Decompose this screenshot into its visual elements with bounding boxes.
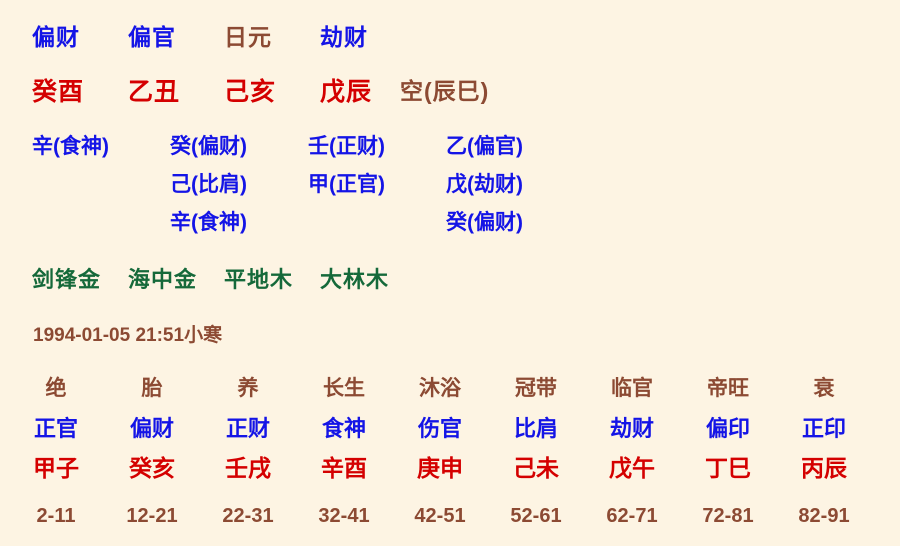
luck-ganzhi-1: 甲子 [33, 455, 79, 481]
luck-ganzhi-3: 壬戌 [225, 455, 271, 481]
nayin-day: 平地木 [224, 267, 294, 292]
luck-ganzhi-5: 庚申 [417, 455, 463, 481]
kongwang-label: 空(辰巳) [400, 78, 490, 104]
luck-ten-god-2: 偏财 [129, 416, 174, 441]
hidden-stem-hour-1: 乙(偏官) [446, 135, 523, 158]
pillar-ten-god-year: 偏财 [32, 24, 80, 50]
luck-age-range-1: 2-11 [36, 505, 76, 527]
nayin-month: 海中金 [128, 267, 198, 292]
luck-stage-8: 帝旺 [707, 377, 749, 400]
bazi-chart: 偏财 偏官 日元 劫财 癸酉 乙丑 己亥 戊辰 空(辰巳) 辛(食神) 癸(偏财… [0, 0, 900, 546]
luck-ten-god-row: 正官 偏财 正财 食神 伤官 比肩 劫财 偏印 正印 [0, 411, 900, 445]
luck-age-range-9: 82-91 [798, 505, 850, 527]
luck-stage-4: 长生 [323, 377, 365, 400]
nayin-hour: 大林木 [320, 267, 390, 292]
luck-age-range-4: 32-41 [318, 505, 370, 527]
luck-ganzhi-7: 戊午 [609, 455, 655, 481]
nayin-year: 剑锋金 [32, 267, 102, 292]
luck-ten-god-5: 伤官 [417, 416, 462, 441]
luck-stage-7: 临官 [611, 377, 653, 400]
luck-stage-5: 沐浴 [419, 377, 461, 400]
pillar-ganzhi-month: 乙丑 [128, 78, 181, 106]
hidden-stem-year-1: 辛(食神) [32, 135, 109, 158]
luck-ganzhi-2: 癸亥 [129, 455, 175, 481]
pillar-ten-god-month: 偏官 [128, 24, 176, 50]
pillar-ganzhi-year: 癸酉 [32, 78, 85, 106]
luck-ten-god-9: 正印 [801, 416, 846, 441]
luck-ten-god-8: 偏印 [705, 416, 750, 441]
pillar-ten-god-hour: 劫财 [320, 24, 368, 50]
luck-age-range-5: 42-51 [414, 505, 466, 527]
luck-age-range-6: 52-61 [510, 505, 562, 527]
luck-ganzhi-row: 甲子 癸亥 壬戌 辛酉 庚申 己未 戊午 丁巳 丙辰 [0, 449, 900, 483]
hidden-stem-hour-3: 癸(偏财) [446, 211, 523, 234]
luck-age-range-8: 72-81 [702, 505, 754, 527]
luck-ganzhi-9: 丙辰 [801, 455, 847, 481]
luck-ten-god-6: 比肩 [513, 416, 558, 441]
luck-age-range-row: 2-11 12-21 22-31 32-41 42-51 52-61 62-71… [0, 505, 900, 539]
hidden-stem-day-1: 壬(正财) [308, 135, 385, 158]
hidden-stem-month-1: 癸(偏财) [170, 135, 247, 158]
luck-stage-6: 冠带 [515, 377, 557, 400]
luck-ten-god-1: 正官 [33, 416, 78, 441]
hidden-stem-month-3: 辛(食神) [170, 211, 247, 234]
luck-stage-1: 绝 [45, 377, 67, 400]
luck-stage-2: 胎 [141, 377, 163, 400]
pillar-ganzhi-day: 己亥 [224, 78, 277, 106]
luck-age-range-2: 12-21 [126, 505, 178, 527]
hidden-stem-month-2: 己(比肩) [170, 173, 247, 196]
luck-stage-9: 衰 [813, 377, 835, 400]
luck-stage-3: 养 [237, 377, 259, 400]
luck-ten-god-4: 食神 [321, 416, 366, 441]
luck-age-range-3: 22-31 [222, 505, 274, 527]
luck-age-range-7: 62-71 [606, 505, 658, 527]
luck-ten-god-7: 劫财 [609, 416, 654, 441]
hidden-stem-day-2: 甲(正官) [308, 173, 385, 196]
pillar-ten-god-day: 日元 [224, 24, 272, 50]
hidden-stem-hour-2: 戊(劫财) [446, 173, 523, 196]
luck-stage-row: 绝 胎 养 长生 沐浴 冠带 临官 帝旺 衰 [0, 372, 900, 406]
luck-ganzhi-8: 丁巳 [705, 455, 751, 481]
luck-ten-god-3: 正财 [225, 416, 270, 441]
luck-ganzhi-4: 辛酉 [321, 455, 367, 481]
luck-ganzhi-6: 己未 [513, 455, 559, 481]
birth-datetime-label: 1994-01-05 21:51小寒 [33, 325, 223, 346]
